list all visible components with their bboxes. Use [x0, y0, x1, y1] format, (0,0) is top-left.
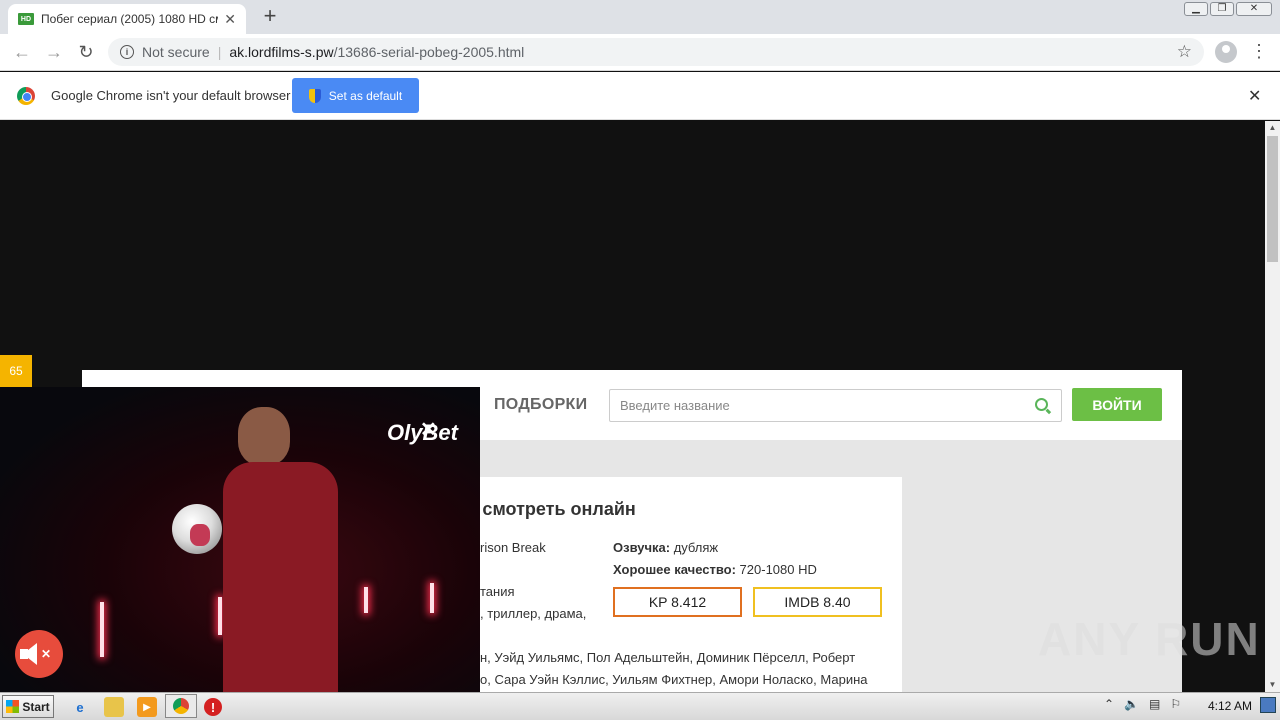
url-path: /13686-serial-pobeg-2005.html: [333, 44, 525, 60]
genre: , триллер, драма,: [480, 606, 587, 621]
scroll-down-arrow-icon[interactable]: ▼: [1265, 678, 1280, 692]
action-center-flag-icon[interactable]: ⚐: [1170, 697, 1181, 711]
stage-light: [100, 602, 104, 657]
windows-logo-icon: [6, 700, 20, 713]
browser-tab[interactable]: HD Побег сериал (2005) 1080 HD смотреть …: [8, 4, 246, 34]
chrome-taskbar-icon: [173, 698, 189, 714]
minimize-button[interactable]: ▁: [1184, 2, 1208, 16]
scrollbar-thumb[interactable]: [1267, 136, 1278, 262]
search-icon[interactable]: [1035, 398, 1048, 411]
url-separator: |: [217, 44, 222, 60]
hd-favicon-icon: HD: [18, 13, 34, 25]
football-icon: [172, 504, 222, 554]
stage-light: [430, 583, 434, 613]
bookmark-star-icon[interactable]: ☆: [1177, 42, 1192, 62]
set-as-default-button[interactable]: Set as default: [292, 78, 419, 113]
quality-value: 720-1080 HD: [735, 562, 817, 577]
restore-button[interactable]: ❐: [1210, 2, 1234, 16]
alert-app-icon[interactable]: !: [204, 698, 222, 716]
voice-value: дубляж: [670, 540, 719, 555]
url-host: ak.lordfilms-s.pw: [229, 44, 334, 60]
page-title: л смотреть онлайн: [466, 499, 636, 519]
network-icon[interactable]: ▤: [1149, 697, 1160, 711]
player-head: [238, 407, 290, 465]
chrome-logo-icon: [17, 87, 35, 105]
voice-info: Озвучка: дубляж: [613, 540, 718, 555]
login-button[interactable]: ВОЙТИ: [1072, 388, 1162, 421]
tab-close-icon[interactable]: ✕: [224, 11, 236, 28]
forward-button[interactable]: →: [42, 40, 66, 64]
chrome-menu-icon[interactable]: ⋮: [1250, 42, 1268, 60]
set-as-default-label: Set as default: [328, 88, 403, 103]
quality-label: Хорошее качество:: [613, 562, 736, 577]
start-button[interactable]: Start: [2, 695, 54, 718]
mute-x-icon: ✕: [40, 647, 52, 661]
taskbar-clock[interactable]: 4:12 AM: [1208, 699, 1252, 713]
search-input[interactable]: Введите название: [609, 389, 1062, 422]
original-title: rison Break: [480, 540, 546, 555]
infobar-close-icon[interactable]: ✕: [1248, 86, 1261, 106]
system-tray: ⌃ 🔈 ▤ ⚐: [1104, 697, 1181, 711]
cast-line-1: н, Уэйд Уильямс, Пол Адельштейн, Доминик…: [480, 650, 856, 665]
show-desktop-icon[interactable]: [1260, 697, 1276, 713]
mute-button[interactable]: ✕: [15, 630, 63, 678]
voice-label: Озвучка:: [613, 540, 671, 555]
country: тания: [480, 584, 515, 599]
speaker-muted-icon: [19, 643, 37, 665]
back-button[interactable]: ←: [10, 40, 34, 64]
browser-toolbar: ← → ↻ i Not secure | ak.lordfilms-s.pw /…: [0, 34, 1280, 71]
security-label: Not secure: [142, 44, 210, 60]
media-player-icon[interactable]: ▶: [137, 697, 157, 717]
ad-close-icon[interactable]: ✕: [420, 417, 437, 442]
taskbar-chrome-button[interactable]: [165, 694, 197, 718]
profile-avatar-icon[interactable]: [1215, 41, 1237, 63]
stage-light: [218, 597, 222, 635]
kp-rating-badge: KP 8.412: [613, 587, 742, 617]
scroll-up-arrow-icon[interactable]: ▲: [1265, 121, 1280, 135]
close-window-button[interactable]: ✕: [1236, 2, 1272, 16]
internet-explorer-icon[interactable]: e: [70, 697, 90, 717]
infobar-message: Google Chrome isn't your default browser: [51, 88, 291, 103]
start-label: Start: [22, 699, 50, 714]
reload-button[interactable]: ↻: [74, 40, 98, 64]
quality-info: Хорошее качество: 720-1080 HD: [613, 562, 817, 577]
address-bar[interactable]: i Not secure | ak.lordfilms-s.pw /13686-…: [108, 38, 1204, 66]
volume-icon[interactable]: 🔈: [1124, 697, 1139, 711]
football-player-image: [223, 407, 368, 692]
uac-shield-icon: [308, 88, 321, 103]
tab-title: Побег сериал (2005) 1080 HD смотреть: [40, 12, 218, 26]
info-icon[interactable]: i: [120, 45, 134, 59]
new-tab-button[interactable]: +: [258, 4, 282, 28]
explorer-folder-icon[interactable]: [104, 697, 124, 717]
cast-line-2: о, Сара Уэйн Кэллис, Уильям Фихтнер, Амо…: [480, 672, 868, 687]
tray-expand-icon[interactable]: ⌃: [1104, 697, 1114, 711]
player-body: [223, 462, 338, 692]
nav-collections[interactable]: ПОДБОРКИ: [494, 396, 587, 414]
counter-badge[interactable]: 65: [0, 355, 32, 387]
anyrun-watermark: ANY RUN: [1038, 613, 1261, 665]
imdb-rating-badge: IMDB 8.40: [753, 587, 882, 617]
